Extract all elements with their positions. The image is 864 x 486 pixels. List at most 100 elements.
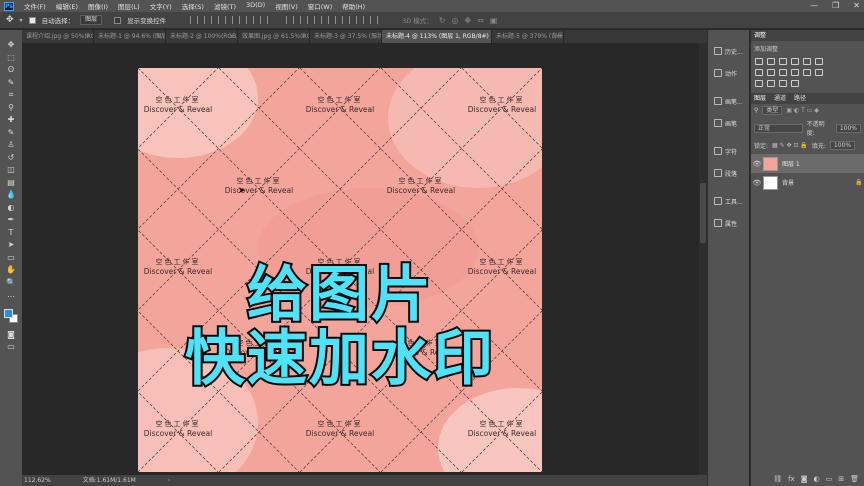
menu-item[interactable]: 3D(D) — [241, 1, 270, 11]
panel-shortcut[interactable]: 段落 — [708, 162, 749, 184]
marquee-icon[interactable]: ⬚ — [5, 53, 17, 63]
gradient-icon[interactable]: ▤ — [5, 178, 17, 188]
panel-shortcut[interactable]: 画笔 — [708, 112, 749, 134]
restore-icon[interactable]: ❐ — [832, 0, 839, 12]
document-tab[interactable]: 未标题-1 @ 94.6% (图层 1...× — [94, 30, 166, 43]
hand-icon[interactable]: ✋ — [5, 265, 17, 275]
zoom-level[interactable]: 112.62% — [24, 475, 51, 486]
tab-channels[interactable]: 通道 — [774, 93, 786, 104]
distribute-center-icon[interactable] — [342, 16, 351, 24]
panel-shortcut[interactable]: 历史... — [708, 40, 749, 62]
menu-item[interactable]: 编辑(E) — [51, 1, 83, 11]
quick-mask-icon[interactable]: ◙ — [5, 330, 17, 340]
visibility-eye-icon[interactable]: 👁 — [751, 179, 763, 187]
visibility-eye-icon[interactable]: 👁 — [751, 160, 763, 168]
eraser-icon[interactable]: ◫ — [5, 165, 17, 175]
tab-close-icon[interactable]: × — [157, 30, 162, 43]
stamp-icon[interactable]: ♙ — [5, 140, 17, 150]
chevron-right-icon[interactable]: › — [168, 475, 170, 486]
more-icon[interactable]: … — [5, 290, 17, 300]
new-layer-icon[interactable]: ⊞ — [838, 475, 844, 483]
3d-roll-icon[interactable]: ◎ — [452, 16, 459, 25]
distribute-right-icon[interactable] — [356, 16, 365, 24]
gradient-map-icon[interactable] — [779, 80, 787, 87]
tab-close-icon[interactable]: × — [85, 30, 90, 43]
tab-close-icon[interactable]: × — [229, 30, 234, 43]
hue-saturation-icon[interactable] — [815, 58, 823, 65]
layer-row[interactable]: 👁 背景 🔒 — [751, 173, 864, 192]
menu-item[interactable]: 滤镜(T) — [209, 1, 241, 11]
auto-select-checkbox[interactable] — [28, 16, 36, 24]
healing-icon[interactable]: ✚ — [5, 115, 17, 125]
exposure-icon[interactable] — [791, 58, 799, 65]
3d-slide-icon[interactable]: ⇔ — [477, 16, 484, 25]
document-tab[interactable]: 课程介绍.jpg @ 50%(RGB/...× — [22, 30, 94, 43]
history-brush-icon[interactable]: ↺ — [5, 153, 17, 163]
black-white-icon[interactable] — [767, 69, 775, 76]
align-top-icon[interactable] — [232, 16, 241, 24]
opacity-field[interactable]: 100% — [835, 123, 861, 133]
channel-mixer-icon[interactable] — [791, 69, 799, 76]
eyedropper-icon[interactable]: ⚲ — [5, 103, 17, 113]
selective-color-icon[interactable] — [791, 80, 799, 87]
move-tool-icon[interactable]: ✥ — [6, 15, 14, 25]
tab-paths[interactable]: 路径 — [794, 93, 806, 104]
3d-scale-icon[interactable]: ▣ — [490, 16, 498, 25]
align-middle-icon[interactable] — [246, 16, 255, 24]
trash-icon[interactable]: 🗑 — [850, 475, 859, 483]
auto-select-dropdown[interactable]: 图层 — [80, 15, 103, 25]
levels-icon[interactable] — [767, 58, 775, 65]
tab-close-icon[interactable]: × — [483, 30, 488, 43]
distribute-top-icon[interactable] — [286, 16, 295, 24]
photo-filter-icon[interactable] — [779, 69, 787, 76]
vibrance-icon[interactable] — [803, 58, 811, 65]
distribute-bottom-icon[interactable] — [314, 16, 323, 24]
brush-icon[interactable]: ✎ — [5, 128, 17, 138]
menu-item[interactable]: 文字(Y) — [145, 1, 177, 11]
document-tab[interactable]: 未标题-2 @ 100%(RGB/8...× — [166, 30, 238, 43]
brightness-icon[interactable] — [755, 58, 763, 65]
panel-shortcut[interactable]: 属性 — [708, 212, 749, 234]
quick-select-icon[interactable]: ✎ — [5, 78, 17, 88]
color-balance-icon[interactable] — [755, 69, 763, 76]
tab-layers[interactable]: 图层 — [754, 93, 766, 104]
curves-icon[interactable] — [779, 58, 787, 65]
panel-shortcut[interactable]: 动作 — [708, 62, 749, 84]
lock-icons[interactable]: ▦ ✎ ✥ ⊡ 🔒 — [772, 142, 808, 149]
layer-kind-dropdown[interactable]: 类型 — [762, 106, 783, 115]
align-center-icon[interactable] — [204, 16, 213, 24]
link-icon[interactable]: ⛓ — [773, 475, 782, 483]
chevron-down-icon[interactable]: ▾ — [20, 17, 23, 24]
move-icon[interactable]: ✥ — [5, 40, 17, 50]
3d-rotate-icon[interactable]: ↻ — [439, 16, 446, 25]
panel-shortcut[interactable]: 画笔... — [708, 90, 749, 112]
color-lookup-icon[interactable] — [803, 69, 811, 76]
crop-icon[interactable]: ⌗ — [5, 90, 17, 100]
pen-icon[interactable]: ✒ — [5, 215, 17, 225]
minimize-icon[interactable]: — — [810, 0, 818, 12]
menu-item[interactable]: 图层(L) — [113, 1, 145, 11]
tab-close-icon[interactable]: × — [301, 30, 306, 43]
menu-item[interactable]: 图像(I) — [83, 1, 113, 11]
document-tab[interactable]: 效果图.jpg @ 61.5%(RGB/...× — [238, 30, 310, 43]
layer-row[interactable]: 👁 图层 1 — [751, 154, 864, 173]
document-canvas[interactable]: 空色工作室 Discover & Reveal 空色工作室 Discover & Re… — [138, 68, 542, 472]
menu-item[interactable]: 窗口(W) — [303, 1, 338, 11]
document-tab[interactable]: 未标题-3 @ 37.5% (形状 2...× — [310, 30, 382, 43]
distribute-middle-icon[interactable] — [300, 16, 309, 24]
distribute-left-icon[interactable] — [328, 16, 337, 24]
blur-icon[interactable]: 💧 — [5, 190, 17, 200]
menu-item[interactable]: 选择(S) — [177, 1, 209, 11]
threshold-icon[interactable] — [767, 80, 775, 87]
menu-item[interactable]: 文件(F) — [19, 1, 51, 11]
mask-icon[interactable]: ◙ — [801, 475, 808, 483]
fx-icon[interactable]: fx — [788, 475, 795, 483]
filter-icons[interactable]: ▣ ◐ T ▭ ◆ — [786, 107, 818, 114]
tab-close-icon[interactable]: × — [373, 30, 378, 43]
document-tab[interactable]: 未标题-4 @ 113% (图层 1, RGB/8#) × — [382, 30, 492, 43]
type-icon[interactable]: T — [5, 228, 17, 238]
invert-icon[interactable] — [815, 69, 823, 76]
align-left-icon[interactable] — [190, 16, 199, 24]
group-icon[interactable]: ▭ — [826, 475, 833, 483]
menu-item[interactable]: 帮助(H) — [337, 1, 370, 11]
